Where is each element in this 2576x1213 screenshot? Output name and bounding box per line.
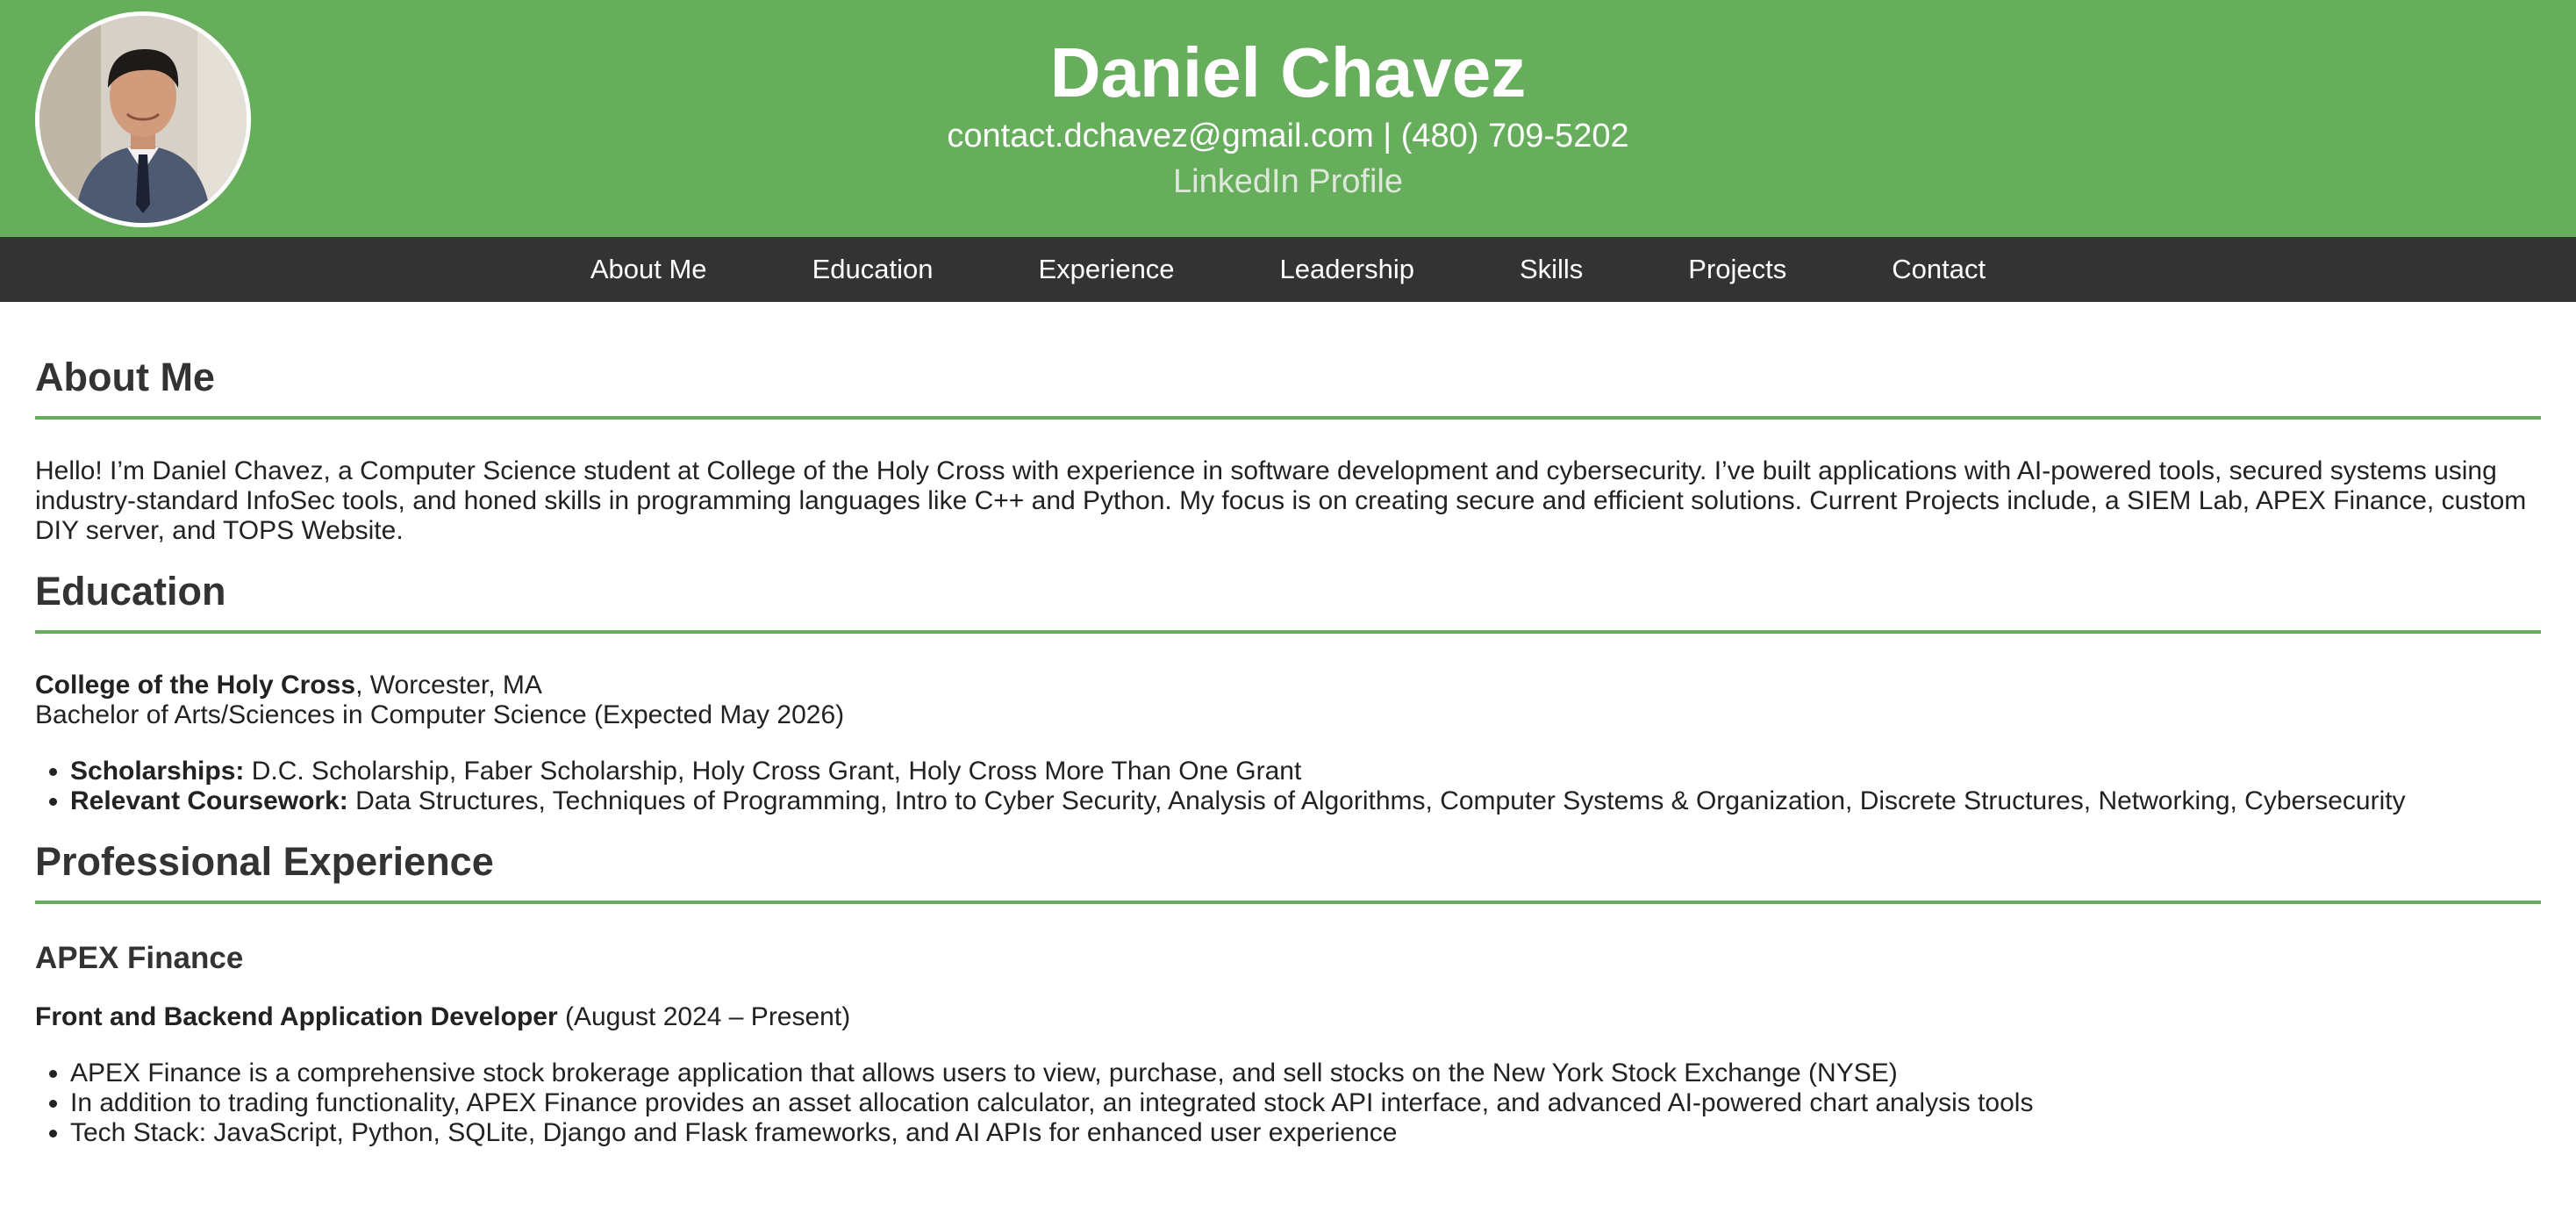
list-item: Tech Stack: JavaScript, Python, SQLite, … <box>70 1118 2541 1148</box>
education-section: Education College of the Holy Cross, Wor… <box>35 569 2541 816</box>
about-text: Hello! I’m Daniel Chavez, a Computer Sci… <box>35 456 2527 545</box>
about-heading: About Me <box>35 355 2541 420</box>
degree-text: Bachelor of Arts/Sciences in Computer Sc… <box>35 700 845 729</box>
education-heading: Education <box>35 569 2541 634</box>
coursework-label: Relevant Coursework: <box>70 786 348 815</box>
job-dates: (August 2024 – Present) <box>557 1002 851 1031</box>
avatar <box>35 11 251 227</box>
nav-item-about-me[interactable]: About Me <box>538 237 760 302</box>
list-item: In addition to trading functionality, AP… <box>70 1088 2541 1118</box>
education-details: Scholarships: D.C. Scholarship, Faber Sc… <box>35 757 2541 816</box>
experience-section: Professional Experience APEX Finance Fro… <box>35 839 2541 1148</box>
email-text[interactable]: contact.dchavez@gmail.com <box>947 118 1373 154</box>
job-organization: APEX Finance <box>35 941 244 975</box>
page-title: Daniel Chavez <box>1049 33 1527 111</box>
job-role-line: Front and Backend Application Developer … <box>35 1002 2541 1032</box>
main-content: About Me Hello! I’m Daniel Chavez, a Com… <box>0 302 2576 1148</box>
profile-photo-icon <box>39 16 247 223</box>
experience-heading: Professional Experience <box>35 839 2541 904</box>
scholarships-text: D.C. Scholarship, Faber Scholarship, Hol… <box>244 757 1302 786</box>
linkedin-link[interactable]: LinkedIn Profile <box>1173 161 1403 202</box>
list-item: APEX Finance is a comprehensive stock br… <box>70 1059 2541 1088</box>
job-title: Front and Backend Application Developer <box>35 1002 558 1031</box>
job-bullets: APEX Finance is a comprehensive stock br… <box>35 1059 2541 1148</box>
school-location: , Worcester, MA <box>355 671 542 700</box>
nav-bar: About Me Education Experience Leadership… <box>0 237 2576 302</box>
nav-item-contact[interactable]: Contact <box>1839 237 2038 302</box>
nav-item-projects[interactable]: Projects <box>1635 237 1839 302</box>
list-item: Scholarships: D.C. Scholarship, Faber Sc… <box>70 757 2541 786</box>
education-entry: College of the Holy Cross, Worcester, MA… <box>35 671 2541 730</box>
school-name: College of the Holy Cross <box>35 671 356 700</box>
coursework-text: Data Structures, Techniques of Programmi… <box>347 786 2406 815</box>
about-section: About Me Hello! I’m Daniel Chavez, a Com… <box>35 355 2541 546</box>
contact-separator: | <box>1383 118 1392 154</box>
nav-item-education[interactable]: Education <box>760 237 986 302</box>
nav-item-leadership[interactable]: Leadership <box>1227 237 1467 302</box>
school-line: College of the Holy Cross, Worcester, MA <box>35 671 2541 700</box>
list-item: Relevant Coursework: Data Structures, Te… <box>70 786 2541 816</box>
nav-item-skills[interactable]: Skills <box>1467 237 1635 302</box>
nav-item-experience[interactable]: Experience <box>985 237 1227 302</box>
phone-text: (480) 709-5202 <box>1400 118 1629 154</box>
contact-info: contact.dchavez@gmail.com | (480) 709-52… <box>0 116 2576 156</box>
site-header: Daniel Chavez contact.dchavez@gmail.com … <box>0 0 2576 237</box>
scholarships-label: Scholarships: <box>70 757 245 786</box>
